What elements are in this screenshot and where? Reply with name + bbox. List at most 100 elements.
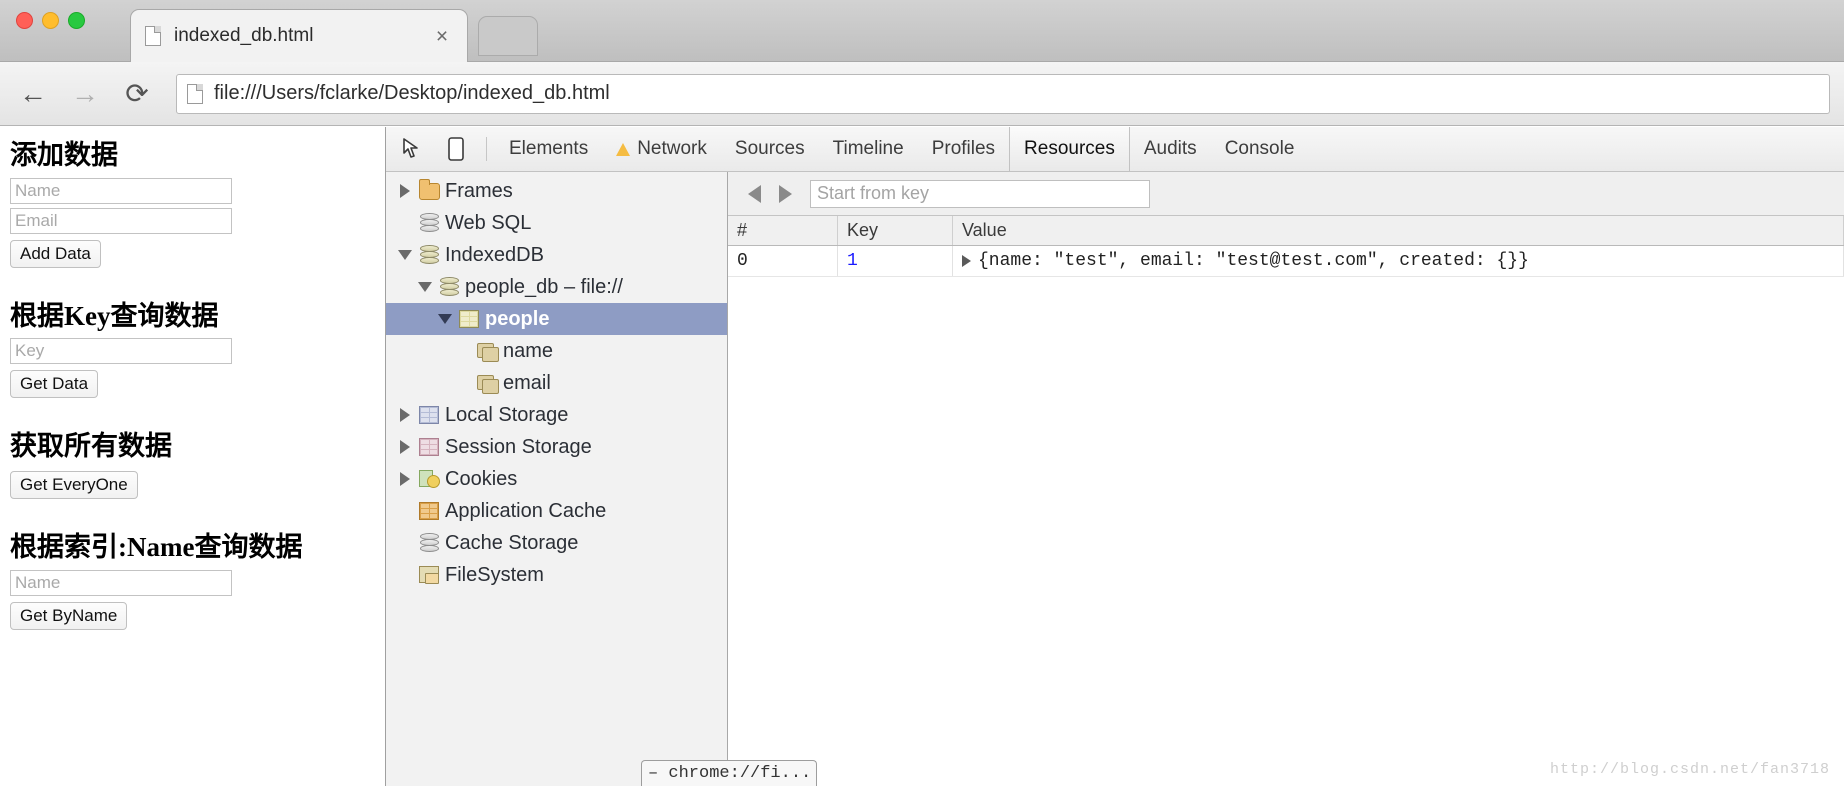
database-gray-icon — [416, 213, 442, 233]
tree-item-label: people — [482, 308, 549, 331]
tree-item-index-name[interactable]: name — [386, 335, 727, 367]
inspect-element-icon[interactable] — [390, 127, 434, 171]
tab-strip: indexed_db.html × — [0, 0, 1844, 62]
tab-audits[interactable]: Audits — [1130, 127, 1211, 171]
disclosure-triangle-icon[interactable] — [394, 250, 416, 260]
tree-item-label: Cache Storage — [442, 532, 578, 555]
byname-input[interactable] — [10, 570, 232, 596]
filesystem-icon — [416, 566, 442, 584]
tree-item-label: Session Storage — [442, 436, 592, 459]
section-heading-add: 添加数据 — [10, 141, 375, 171]
section-heading-get-all: 获取所有数据 — [10, 432, 375, 462]
column-header-number[interactable]: # — [728, 216, 838, 245]
close-window-button[interactable] — [16, 12, 33, 29]
status-tooltip: – chrome://fi... — [641, 760, 817, 786]
browser-window: indexed_db.html × ← → ⟳ file:///Users/fc… — [0, 0, 1844, 786]
next-page-icon[interactable] — [779, 185, 792, 203]
page-info-icon[interactable] — [187, 84, 203, 104]
tab-timeline-label: Timeline — [833, 138, 904, 160]
address-bar-url: file:///Users/fclarke/Desktop/indexed_db… — [214, 82, 610, 105]
tab-elements-label: Elements — [509, 138, 588, 160]
data-pane-toolbar — [728, 172, 1844, 216]
tree-item-label: Web SQL — [442, 212, 531, 235]
tree-item-label: Application Cache — [442, 500, 606, 523]
start-from-key-input[interactable] — [810, 180, 1150, 208]
disclosure-triangle-icon[interactable] — [394, 472, 416, 486]
cell-key-container: 1 — [838, 246, 953, 276]
cookie-icon — [416, 470, 442, 488]
tree-item-application-cache[interactable]: Application Cache — [386, 495, 727, 527]
tab-favicon-icon — [145, 26, 162, 47]
tree-item-web-sql[interactable]: Web SQL — [386, 207, 727, 239]
cell-number: 0 — [728, 246, 838, 276]
zoom-window-button[interactable] — [68, 12, 85, 29]
resource-tree: Frames Web SQL IndexedDB — [386, 172, 728, 786]
tree-item-filesystem[interactable]: FileSystem — [386, 559, 727, 591]
tree-item-label: FileSystem — [442, 564, 544, 587]
address-bar[interactable]: file:///Users/fclarke/Desktop/indexed_db… — [176, 74, 1830, 114]
column-header-key[interactable]: Key — [838, 216, 953, 245]
data-grid-header: # Key Value — [728, 216, 1844, 246]
close-tab-icon[interactable]: × — [431, 26, 453, 47]
window-controls — [16, 12, 85, 29]
tab-resources[interactable]: Resources — [1009, 127, 1130, 171]
tree-item-cache-storage[interactable]: Cache Storage — [386, 527, 727, 559]
section-heading-get-by-key: 根据Key查询数据 — [10, 302, 375, 332]
column-header-value[interactable]: Value — [953, 216, 1844, 245]
tab-timeline[interactable]: Timeline — [819, 127, 918, 171]
reload-icon[interactable]: ⟳ — [118, 75, 156, 113]
cell-key[interactable]: 1 — [847, 251, 858, 271]
tree-item-label: Frames — [442, 180, 513, 203]
new-tab-button[interactable] — [478, 16, 538, 56]
tree-item-label: Cookies — [442, 468, 517, 491]
tree-item-frames[interactable]: Frames — [386, 175, 727, 207]
disclosure-triangle-icon[interactable] — [434, 314, 456, 324]
tree-item-label: email — [500, 372, 551, 395]
disclosure-triangle-icon[interactable] — [414, 282, 436, 292]
tree-item-people-db[interactable]: people_db – file:// — [386, 271, 727, 303]
minimize-window-button[interactable] — [42, 12, 59, 29]
tree-item-indexeddb[interactable]: IndexedDB — [386, 239, 727, 271]
get-byname-button[interactable]: Get ByName — [10, 602, 127, 630]
database-gray-icon — [416, 533, 442, 553]
previous-page-icon[interactable] — [748, 185, 761, 203]
disclosure-triangle-icon[interactable] — [394, 184, 416, 198]
tree-item-label: people_db – file:// — [462, 276, 623, 299]
device-toolbar-icon[interactable] — [434, 127, 478, 171]
get-everyone-button[interactable]: Get EveryOne — [10, 471, 138, 499]
tab-profiles[interactable]: Profiles — [918, 127, 1009, 171]
tree-item-cookies[interactable]: Cookies — [386, 463, 727, 495]
get-data-button[interactable]: Get Data — [10, 370, 98, 398]
table-row[interactable]: 0 1 {name: "test", email: "test@test.com… — [728, 246, 1844, 277]
expand-object-icon[interactable] — [962, 255, 971, 267]
key-input[interactable] — [10, 338, 232, 364]
browser-tab[interactable]: indexed_db.html × — [130, 9, 468, 62]
tree-item-label: IndexedDB — [442, 244, 544, 267]
devtools-panel: Elements Network Sources Timeline Profil… — [385, 127, 1844, 786]
database-icon — [416, 245, 442, 265]
database-icon — [436, 277, 462, 297]
disclosure-triangle-icon[interactable] — [394, 440, 416, 454]
tab-sources-label: Sources — [735, 138, 805, 160]
tree-item-index-email[interactable]: email — [386, 367, 727, 399]
add-data-button[interactable]: Add Data — [10, 240, 101, 268]
tab-network-label: Network — [637, 138, 707, 160]
tab-elements[interactable]: Elements — [495, 127, 602, 171]
viewport: 添加数据 Add Data 根据Key查询数据 Get Data 获取所有数据 … — [0, 127, 1844, 786]
tab-network[interactable]: Network — [602, 127, 721, 171]
tree-item-people[interactable]: people — [386, 303, 727, 335]
tree-item-session-storage[interactable]: Session Storage — [386, 431, 727, 463]
folder-icon — [416, 183, 442, 200]
tab-profiles-label: Profiles — [932, 138, 995, 160]
tab-console[interactable]: Console — [1211, 127, 1309, 171]
tree-item-local-storage[interactable]: Local Storage — [386, 399, 727, 431]
email-input[interactable] — [10, 208, 232, 234]
devtools-body: Frames Web SQL IndexedDB — [386, 172, 1844, 786]
toolbar-divider — [486, 137, 487, 161]
tab-sources[interactable]: Sources — [721, 127, 819, 171]
data-grid: # Key Value 0 1 { — [728, 216, 1844, 277]
forward-icon[interactable]: → — [66, 75, 104, 113]
back-icon[interactable]: ← — [14, 75, 52, 113]
disclosure-triangle-icon[interactable] — [394, 408, 416, 422]
name-input[interactable] — [10, 178, 232, 204]
